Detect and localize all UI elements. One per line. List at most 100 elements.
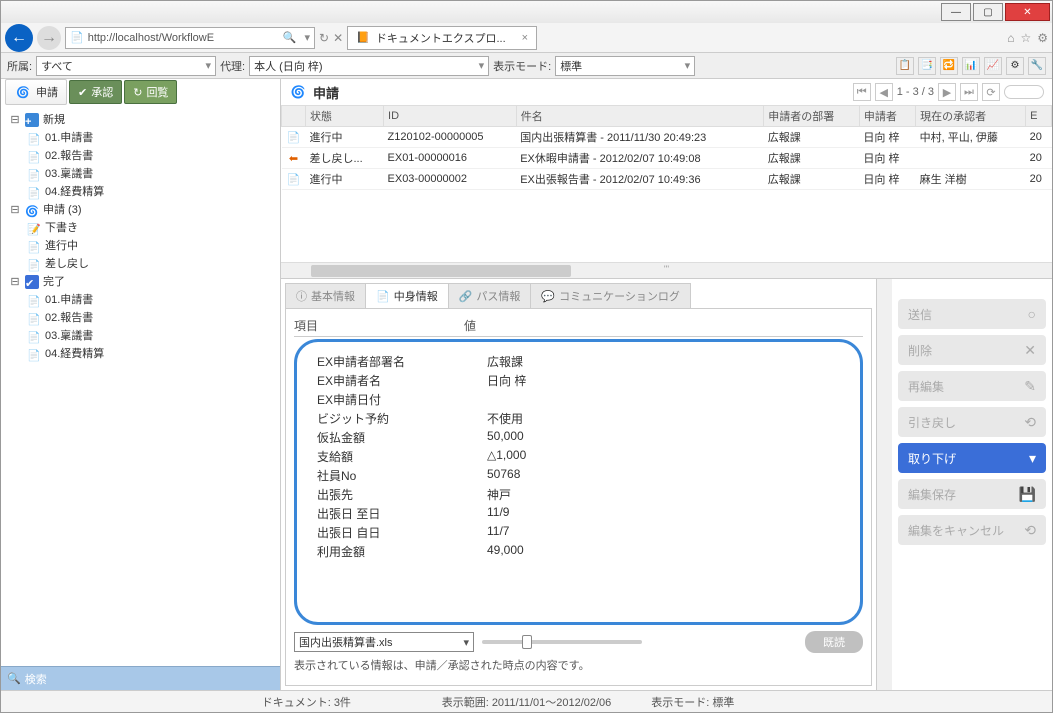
tab-basic[interactable]: ⓘ基本情報: [285, 283, 366, 308]
col-id[interactable]: ID: [384, 106, 517, 127]
action-pullback: 引き戻し⟲: [898, 407, 1046, 437]
table-row[interactable]: 📄 進行中 Z120102-00000005 国内出張精算書 - 2011/11…: [282, 127, 1052, 148]
status-mode: 表示モード: 標準: [651, 694, 791, 710]
dropdown-icon[interactable]: ▾: [304, 31, 310, 44]
maximize-button[interactable]: ▢: [973, 3, 1003, 21]
tool-icon-6[interactable]: ⚙: [1006, 57, 1024, 75]
row-e: 20: [1026, 148, 1052, 169]
browser-tab[interactable]: 📙 ドキュメントエクスプロ... ×: [347, 26, 537, 50]
sidebar-tabs: 🌀 申請 ✔ 承認 ↻ 回覧: [1, 79, 280, 105]
detail-key: EX申請者名: [317, 372, 487, 389]
tree-item-label: 01.申請書: [45, 291, 93, 309]
pager-first[interactable]: ⏮: [853, 83, 871, 101]
sidebar-tab-approve[interactable]: ✔ 承認: [69, 80, 122, 104]
window-titlebar: — ▢ ✕: [1, 1, 1052, 23]
scroll-thumb[interactable]: [311, 265, 571, 277]
col-subject[interactable]: 件名: [516, 106, 764, 127]
col-dept[interactable]: 申請者の部署: [764, 106, 860, 127]
pager-prev[interactable]: ◀: [875, 83, 893, 101]
tab-comm-label: コミュニケーションログ: [559, 288, 680, 304]
stop-icon[interactable]: ✕: [333, 31, 343, 45]
nav-tree: ⊟+新規 📄01.申請書 📄02.報告書 📄03.稟議書 📄04.経費精算 ⊟🌀…: [1, 105, 280, 666]
sidebar-tab-apply[interactable]: 🌀 申請: [5, 79, 67, 105]
table-row[interactable]: 📄 進行中 EX03-00000002 EX出張報告書 - 2012/02/07…: [282, 169, 1052, 190]
tree-item[interactable]: 📄進行中: [27, 237, 276, 255]
swirl-icon: 🌀: [289, 83, 307, 101]
tool-icon-7[interactable]: 🔧: [1028, 57, 1046, 75]
col-approver[interactable]: 現在の承認者: [916, 106, 1026, 127]
close-button[interactable]: ✕: [1005, 3, 1050, 21]
comm-icon: 💬: [541, 290, 555, 303]
tool-icon-3[interactable]: 🔁: [940, 57, 958, 75]
tree-item[interactable]: 📝下書き: [27, 219, 276, 237]
tool-icon-1[interactable]: 📋: [896, 57, 914, 75]
search-icon: 🔍: [7, 672, 21, 685]
slider-knob[interactable]: [522, 635, 532, 649]
detail-value: 49,000: [487, 543, 524, 560]
row-subject: EX出張報告書 - 2012/02/07 10:49:36: [516, 169, 764, 190]
search-icon[interactable]: 🔍: [283, 31, 297, 44]
action-withdraw[interactable]: 取り下げ▾: [898, 443, 1046, 473]
pager-next[interactable]: ▶: [938, 83, 956, 101]
detail-value: 不使用: [487, 410, 523, 427]
tab-close-icon[interactable]: ×: [522, 32, 528, 44]
detail-row: EX申請者部署名広報課: [317, 352, 840, 371]
tree-item[interactable]: 📄差し戻し: [27, 255, 276, 273]
attachment-select[interactable]: 国内出張精算書.xls▾: [294, 632, 474, 652]
url-text: http://localhost/WorkflowE: [88, 32, 214, 44]
zoom-slider[interactable]: [482, 640, 642, 644]
proxy-select[interactable]: 本人 (日向 梓)▾: [249, 56, 489, 76]
mode-select[interactable]: 標準▾: [555, 56, 695, 76]
detail-key: 社員No: [317, 467, 487, 484]
table-row[interactable]: ⬅ 差し戻し... EX01-00000016 EX休暇申請書 - 2012/0…: [282, 148, 1052, 169]
read-button[interactable]: 既読: [805, 631, 863, 653]
minimize-button[interactable]: —: [941, 3, 971, 21]
affil-select[interactable]: すべて▾: [36, 56, 216, 76]
tree-item[interactable]: 📄04.経費精算: [27, 345, 276, 363]
proxy-label: 代理:: [220, 58, 245, 74]
col-requester[interactable]: 申請者: [859, 106, 915, 127]
tool-icon-5[interactable]: 📈: [984, 57, 1002, 75]
filter-toolbar: 所属: すべて▾ 代理: 本人 (日向 梓)▾ 表示モード: 標準▾ 📋 📑 🔁…: [1, 53, 1052, 79]
col-status[interactable]: 状態: [306, 106, 384, 127]
sidebar-tab-apply-label: 申請: [36, 84, 58, 100]
forward-button[interactable]: →: [37, 26, 61, 50]
col-icon[interactable]: [282, 106, 306, 127]
tree-item-label: 下書き: [45, 219, 78, 237]
tree-item[interactable]: 📄01.申請書: [27, 129, 276, 147]
detail-row: 出張先神戸: [317, 485, 840, 504]
tree-item[interactable]: 📄03.稟議書: [27, 165, 276, 183]
tree-node-apply[interactable]: ⊟🌀申請 (3): [9, 201, 276, 219]
home-icon[interactable]: ⌂: [1007, 31, 1014, 45]
url-box[interactable]: 📄 http://localhost/WorkflowE 🔍 ▾: [65, 27, 315, 49]
detail-key: EX申請者部署名: [317, 353, 487, 370]
h-scrollbar[interactable]: ''': [281, 262, 1052, 278]
back-button[interactable]: ←: [5, 24, 33, 52]
tree-node-done[interactable]: ⊟✔完了: [9, 273, 276, 291]
favorite-icon[interactable]: ☆: [1020, 31, 1031, 45]
gear-icon[interactable]: ⚙: [1037, 31, 1048, 45]
tab-comm[interactable]: 💬 コミュニケーションログ: [530, 283, 690, 308]
action-panel: 送信○ 削除✕ 再編集✎ 引き戻し⟲ 取り下げ▾ 編集保存💾 編集をキャンセル⟲: [892, 279, 1052, 690]
detail-col-key: 項目: [294, 317, 464, 334]
col-e[interactable]: E: [1026, 106, 1052, 127]
tool-icon-2[interactable]: 📑: [918, 57, 936, 75]
tree-item[interactable]: 📄01.申請書: [27, 291, 276, 309]
tree-item[interactable]: 📄04.経費精算: [27, 183, 276, 201]
tool-icon-4[interactable]: 📊: [962, 57, 980, 75]
v-scrollbar[interactable]: [876, 279, 892, 690]
pager-last[interactable]: ⏭: [960, 83, 978, 101]
sidebar-search[interactable]: 🔍 検索: [1, 666, 280, 690]
detail-row: 支給額△1,000: [317, 447, 840, 466]
pager-toggle[interactable]: [1004, 85, 1044, 99]
tab-path[interactable]: 🔗パス情報: [448, 283, 532, 308]
pager-refresh[interactable]: ⟳: [982, 83, 1000, 101]
tree-item[interactable]: 📄02.報告書: [27, 147, 276, 165]
tree-label-apply: 申請 (3): [43, 201, 82, 219]
sidebar-tab-circulate[interactable]: ↻ 回覧: [124, 80, 177, 104]
tree-item[interactable]: 📄03.稟議書: [27, 327, 276, 345]
tab-content[interactable]: 📄中身情報: [365, 283, 449, 308]
tree-node-new[interactable]: ⊟+新規: [9, 111, 276, 129]
tree-item[interactable]: 📄02.報告書: [27, 309, 276, 327]
refresh-icon[interactable]: ↻: [319, 31, 329, 45]
